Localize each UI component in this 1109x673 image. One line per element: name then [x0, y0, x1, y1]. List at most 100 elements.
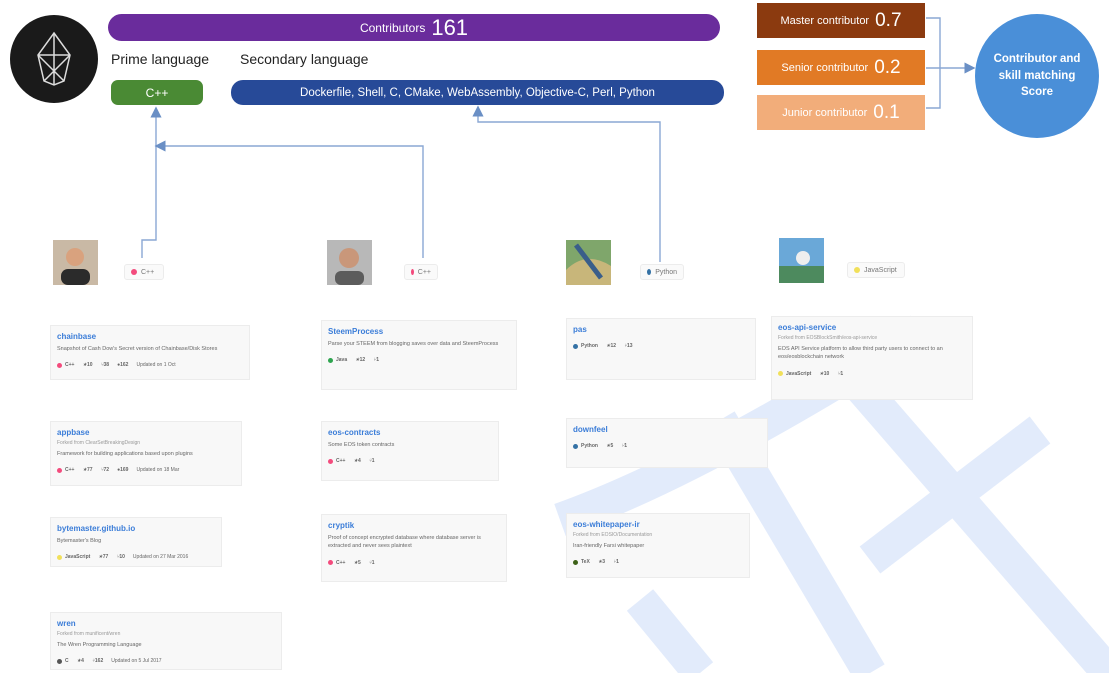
language-dot-icon [328, 560, 333, 565]
repo-stars-count: 3 [602, 559, 606, 566]
repo-extra: ● 162 [117, 362, 128, 368]
repo-meta: Python ★ 5 ⑂ 1 [573, 443, 761, 449]
repo-title-link[interactable]: downfeel [573, 425, 761, 434]
repo-card[interactable]: bytemaster.github.io Bytemaster's Blog Jav… [50, 517, 222, 567]
eos-logo [10, 15, 98, 103]
language-dot-icon [573, 559, 578, 565]
repo-description: Some EOS token contracts [328, 442, 395, 448]
repo-language: Python [573, 343, 598, 349]
repo-description: The Wren Programming Language [57, 642, 142, 648]
prime-language-pill: C++ [111, 80, 203, 105]
repo-card[interactable]: appbase Forked from ClearSetBreakingDesig… [50, 421, 242, 486]
repo-language-label: C++ [65, 467, 75, 474]
repo-forks-count: 1 [624, 443, 628, 449]
repo-meta: Python ★ 12 ⑂ 13 [573, 343, 749, 349]
repo-forks[interactable]: ⑂ 10 [116, 554, 125, 560]
repo-meta: Java ★ 12 ⑂ 1 [328, 357, 510, 363]
language-badge: JavaScript [847, 262, 905, 278]
language-dot-icon [411, 269, 414, 275]
language-dot-icon [573, 443, 578, 449]
repo-forks[interactable]: ⑂ 13 [624, 343, 633, 349]
repo-card[interactable]: cryptik Proof of concept encrypted databa… [321, 514, 507, 582]
repo-forked-from: Forked from ClearSetBreakingDesign [57, 440, 141, 446]
repo-stars[interactable]: ★ 4 [77, 658, 84, 664]
repo-title-link[interactable]: eos-api-service [778, 323, 966, 332]
repo-language-label: C++ [65, 362, 75, 369]
repo-stars[interactable]: ★ 77 [82, 467, 92, 473]
repo-updated: Updated on 5 Jul 2017 [111, 658, 162, 665]
language-badge: C++ [404, 264, 438, 280]
repo-card[interactable]: eos-whitepaper-ir Forked from EOSIO/Docum… [566, 513, 750, 578]
level-label: Master contributor [780, 14, 870, 27]
language-dot-icon [57, 554, 62, 560]
language-dot-icon [647, 269, 652, 275]
repo-language: C++ [57, 467, 74, 473]
repo-forks-count: 38 [103, 362, 110, 369]
repo-language: C++ [57, 362, 74, 368]
repo-stars[interactable]: ★ 3 [598, 559, 605, 565]
language-badge: C++ [124, 264, 164, 280]
repo-forks[interactable]: ⑂ 1 [369, 458, 375, 464]
language-badge-label: C++ [141, 268, 155, 276]
repo-title-link[interactable]: pas [573, 325, 749, 334]
repo-forked-from: Forked from EOSBlockSmith/eos-api-servic… [778, 335, 878, 341]
repo-stars[interactable]: ★ 77 [98, 554, 108, 560]
repo-language: C++ [328, 458, 345, 464]
repo-stars[interactable]: ★ 12 [606, 343, 616, 349]
repo-title-link[interactable]: eos-whitepaper-ir [573, 520, 743, 529]
repo-card[interactable]: pas Python ★ 12 ⑂ 13 [566, 318, 756, 380]
repo-stars-count: 12 [359, 357, 366, 364]
repo-updated: Updated on 27 Mar 2016 [132, 554, 189, 561]
repo-stars[interactable]: ★ 12 [355, 357, 365, 363]
repo-meta: C ★ 4 ⑂ 162 Updated on 5 Jul 2017 [57, 658, 275, 664]
repo-language: C [57, 658, 69, 664]
contributor-avatar[interactable] [566, 240, 611, 285]
repo-description: Iran-friendly Farsi whitepaper [573, 543, 645, 549]
repo-stars-count: 10 [823, 370, 830, 377]
repo-card[interactable]: SteemProcess Parse your STEEM from bloggi… [321, 320, 517, 390]
language-dot-icon [328, 458, 333, 464]
repo-extra: ● 169 [117, 467, 128, 473]
repo-language-label: C [65, 658, 69, 665]
repo-forked-from: Forked from munificent/wren [57, 631, 121, 637]
repo-title-link[interactable]: chainbase [57, 332, 243, 341]
repo-language-label: JavaScript [786, 370, 812, 377]
repo-language: TeX [573, 559, 590, 565]
repo-forks-count: 1 [840, 370, 844, 377]
repo-card[interactable]: wren Forked from munificent/wren The Wren … [50, 612, 282, 670]
repo-description: Snapshot of Cash Dow's Secret version of… [57, 346, 218, 352]
repo-card[interactable]: downfeel Python ★ 5 ⑂ 1 [566, 418, 768, 468]
repo-stars-count: 77 [102, 554, 109, 561]
repo-card[interactable]: chainbase Snapshot of Cash Dow's Secret v… [50, 325, 250, 380]
repo-title-link[interactable]: wren [57, 619, 275, 628]
repo-forks[interactable]: ⑂ 1 [373, 357, 379, 363]
repo-stars[interactable]: ★ 5 [353, 560, 360, 566]
avatar-photo-icon [327, 240, 372, 285]
contributor-avatar[interactable] [779, 238, 824, 283]
repo-title-link[interactable]: SteemProcess [328, 327, 510, 336]
repo-title-link[interactable]: eos-contracts [328, 428, 492, 437]
repo-title-link[interactable]: appbase [57, 428, 235, 437]
repo-card[interactable]: eos-api-service Forked from EOSBlockSmith… [771, 316, 973, 400]
repo-stars[interactable]: ★ 10 [819, 371, 829, 377]
repo-title-link[interactable]: cryptik [328, 521, 500, 530]
repo-forks[interactable]: ⑂ 38 [101, 362, 110, 368]
repo-forks[interactable]: ⑂ 72 [101, 467, 110, 473]
contributor-avatar[interactable] [53, 240, 98, 285]
repo-stars[interactable]: ★ 10 [82, 362, 92, 368]
repo-card[interactable]: eos-contracts Some EOS token contracts C++… [321, 421, 499, 481]
repo-forks[interactable]: ⑂ 1 [369, 560, 375, 566]
repo-stars[interactable]: ★ 4 [353, 458, 360, 464]
contributor-avatar[interactable] [327, 240, 372, 285]
repo-stars-count: 5 [357, 559, 361, 566]
repo-forks-count: 1 [376, 357, 379, 364]
repo-forks[interactable]: ⑂ 1 [621, 443, 627, 449]
repo-title-link[interactable]: bytemaster.github.io [57, 524, 215, 533]
repo-forks[interactable]: ⑂ 1 [613, 559, 619, 565]
repo-forks[interactable]: ⑂ 162 [92, 658, 103, 664]
repo-stars-count: 12 [610, 343, 616, 349]
repo-stars[interactable]: ★ 5 [606, 443, 613, 449]
repo-stars-count: 77 [86, 467, 93, 474]
repo-description: Bytemaster's Blog [57, 538, 102, 544]
repo-forks[interactable]: ⑂ 1 [837, 371, 843, 377]
